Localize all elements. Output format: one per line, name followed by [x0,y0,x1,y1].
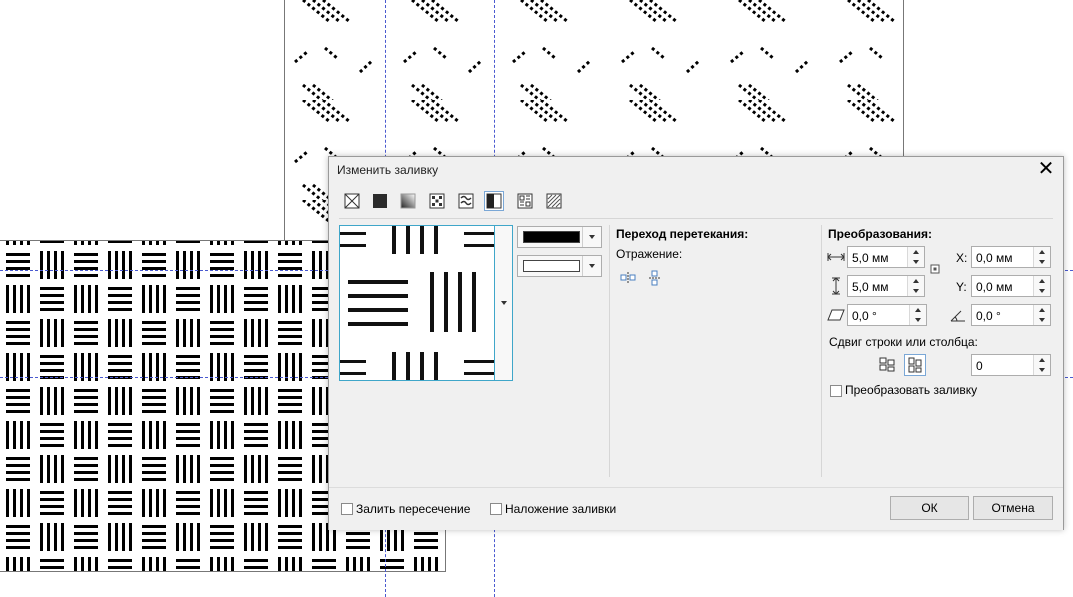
fill-type-uniform-button[interactable] [370,191,390,211]
spin-up-button[interactable] [908,276,924,286]
spin-down-button[interactable] [1034,315,1050,325]
y-offset-field[interactable]: 0,0 мм [971,275,1051,297]
pattern-width-field[interactable]: 5,0 мм [847,246,925,268]
foreground-color-picker[interactable] [517,226,602,248]
overprint-label: Наложение заливки [505,502,617,516]
edit-fill-dialog: Изменить заливку ✕ Переход перетекания: … [328,156,1064,530]
column-offset-button[interactable] [904,354,926,376]
height-icon [826,276,846,296]
chevron-down-icon [582,256,601,276]
fill-type-postscript-button[interactable] [544,191,564,211]
spin-down-button[interactable] [1034,365,1050,375]
mirror-horizontal-button[interactable] [618,268,638,288]
separator [821,225,822,477]
mirror-vertical-icon [649,270,661,286]
mirror-label: Отражение: [616,247,683,261]
fill-type-two-color-button[interactable] [484,191,504,211]
separator [339,218,1053,219]
spin-up-button[interactable] [908,247,924,257]
chevron-down-icon [582,227,601,247]
dialog-footer: Залить пересечение Наложение заливки ОК … [329,487,1063,530]
fill-type-bitmap-pattern-button[interactable] [456,191,476,211]
row-offset-icon [879,357,895,372]
spin-down-button[interactable] [908,286,924,296]
spin-down-button[interactable] [1034,286,1050,296]
fill-type-none-button[interactable] [342,191,362,211]
spin-up-button[interactable] [1034,305,1050,315]
fill-type-vector-pattern-button[interactable] [427,191,447,211]
blend-heading: Переход перетекания: [616,227,749,241]
fill-intersection-label: Залить пересечение [356,502,471,516]
spin-up-button[interactable] [1034,247,1050,257]
x-offset-field[interactable]: 0,0 мм [971,246,1051,268]
transform-fill-label: Преобразовать заливку [845,383,978,397]
vector-pattern-icon [429,193,445,209]
rotate-field[interactable]: 0,0 ° [971,304,1051,326]
uniform-fill-icon [373,194,387,208]
lock-ratio-icon [930,264,940,274]
transform-heading: Преобразования: [828,227,933,241]
pattern-preview-image [340,226,494,380]
skew-icon [826,305,846,325]
close-button[interactable]: ✕ [1035,158,1057,180]
pattern-picker-dropdown[interactable] [495,225,513,381]
fill-intersection-checkbox[interactable] [341,503,353,515]
overprint-checkbox[interactable] [490,503,502,515]
cancel-button[interactable]: Отмена [973,496,1053,520]
separator [609,225,610,477]
column-offset-icon [908,357,922,373]
background-color-picker[interactable] [517,255,602,277]
width-icon [826,247,846,267]
spin-up-button[interactable] [1034,355,1050,365]
offset-label: Сдвиг строки или столбца: [829,335,978,349]
ok-button[interactable]: ОК [890,496,969,520]
bitmap-pattern-icon [458,193,474,209]
no-fill-icon [344,193,360,209]
spin-down-button[interactable] [910,315,926,325]
fill-type-fountain-button[interactable] [398,191,418,211]
y-label: Y: [956,280,967,294]
two-color-pattern-icon [486,193,502,209]
spin-up-button[interactable] [1034,276,1050,286]
spin-down-button[interactable] [908,257,924,267]
spin-down-button[interactable] [1034,257,1050,267]
offset-value-field[interactable]: 0 [971,354,1051,376]
foreground-color-swatch [523,231,580,243]
lock-ratio-button[interactable] [929,263,941,275]
fill-type-texture-button[interactable] [515,191,535,211]
spin-up-button[interactable] [910,305,926,315]
pattern-height-field[interactable]: 5,0 мм [847,275,925,297]
postscript-fill-icon [546,193,562,209]
mirror-vertical-button[interactable] [645,268,665,288]
transform-fill-checkbox[interactable] [830,385,842,397]
mirror-horizontal-icon [620,272,636,284]
close-icon: ✕ [1037,158,1055,180]
background-color-swatch [523,260,580,272]
fountain-fill-icon [400,193,416,209]
dialog-title: Изменить заливку [337,163,439,177]
x-label: X: [956,251,968,265]
rotate-icon [948,305,968,325]
skew-field[interactable]: 0,0 ° [847,304,927,326]
texture-fill-icon [517,193,533,209]
chevron-down-icon [500,301,507,305]
pattern-preview[interactable] [339,225,495,381]
row-offset-button[interactable] [877,354,897,374]
